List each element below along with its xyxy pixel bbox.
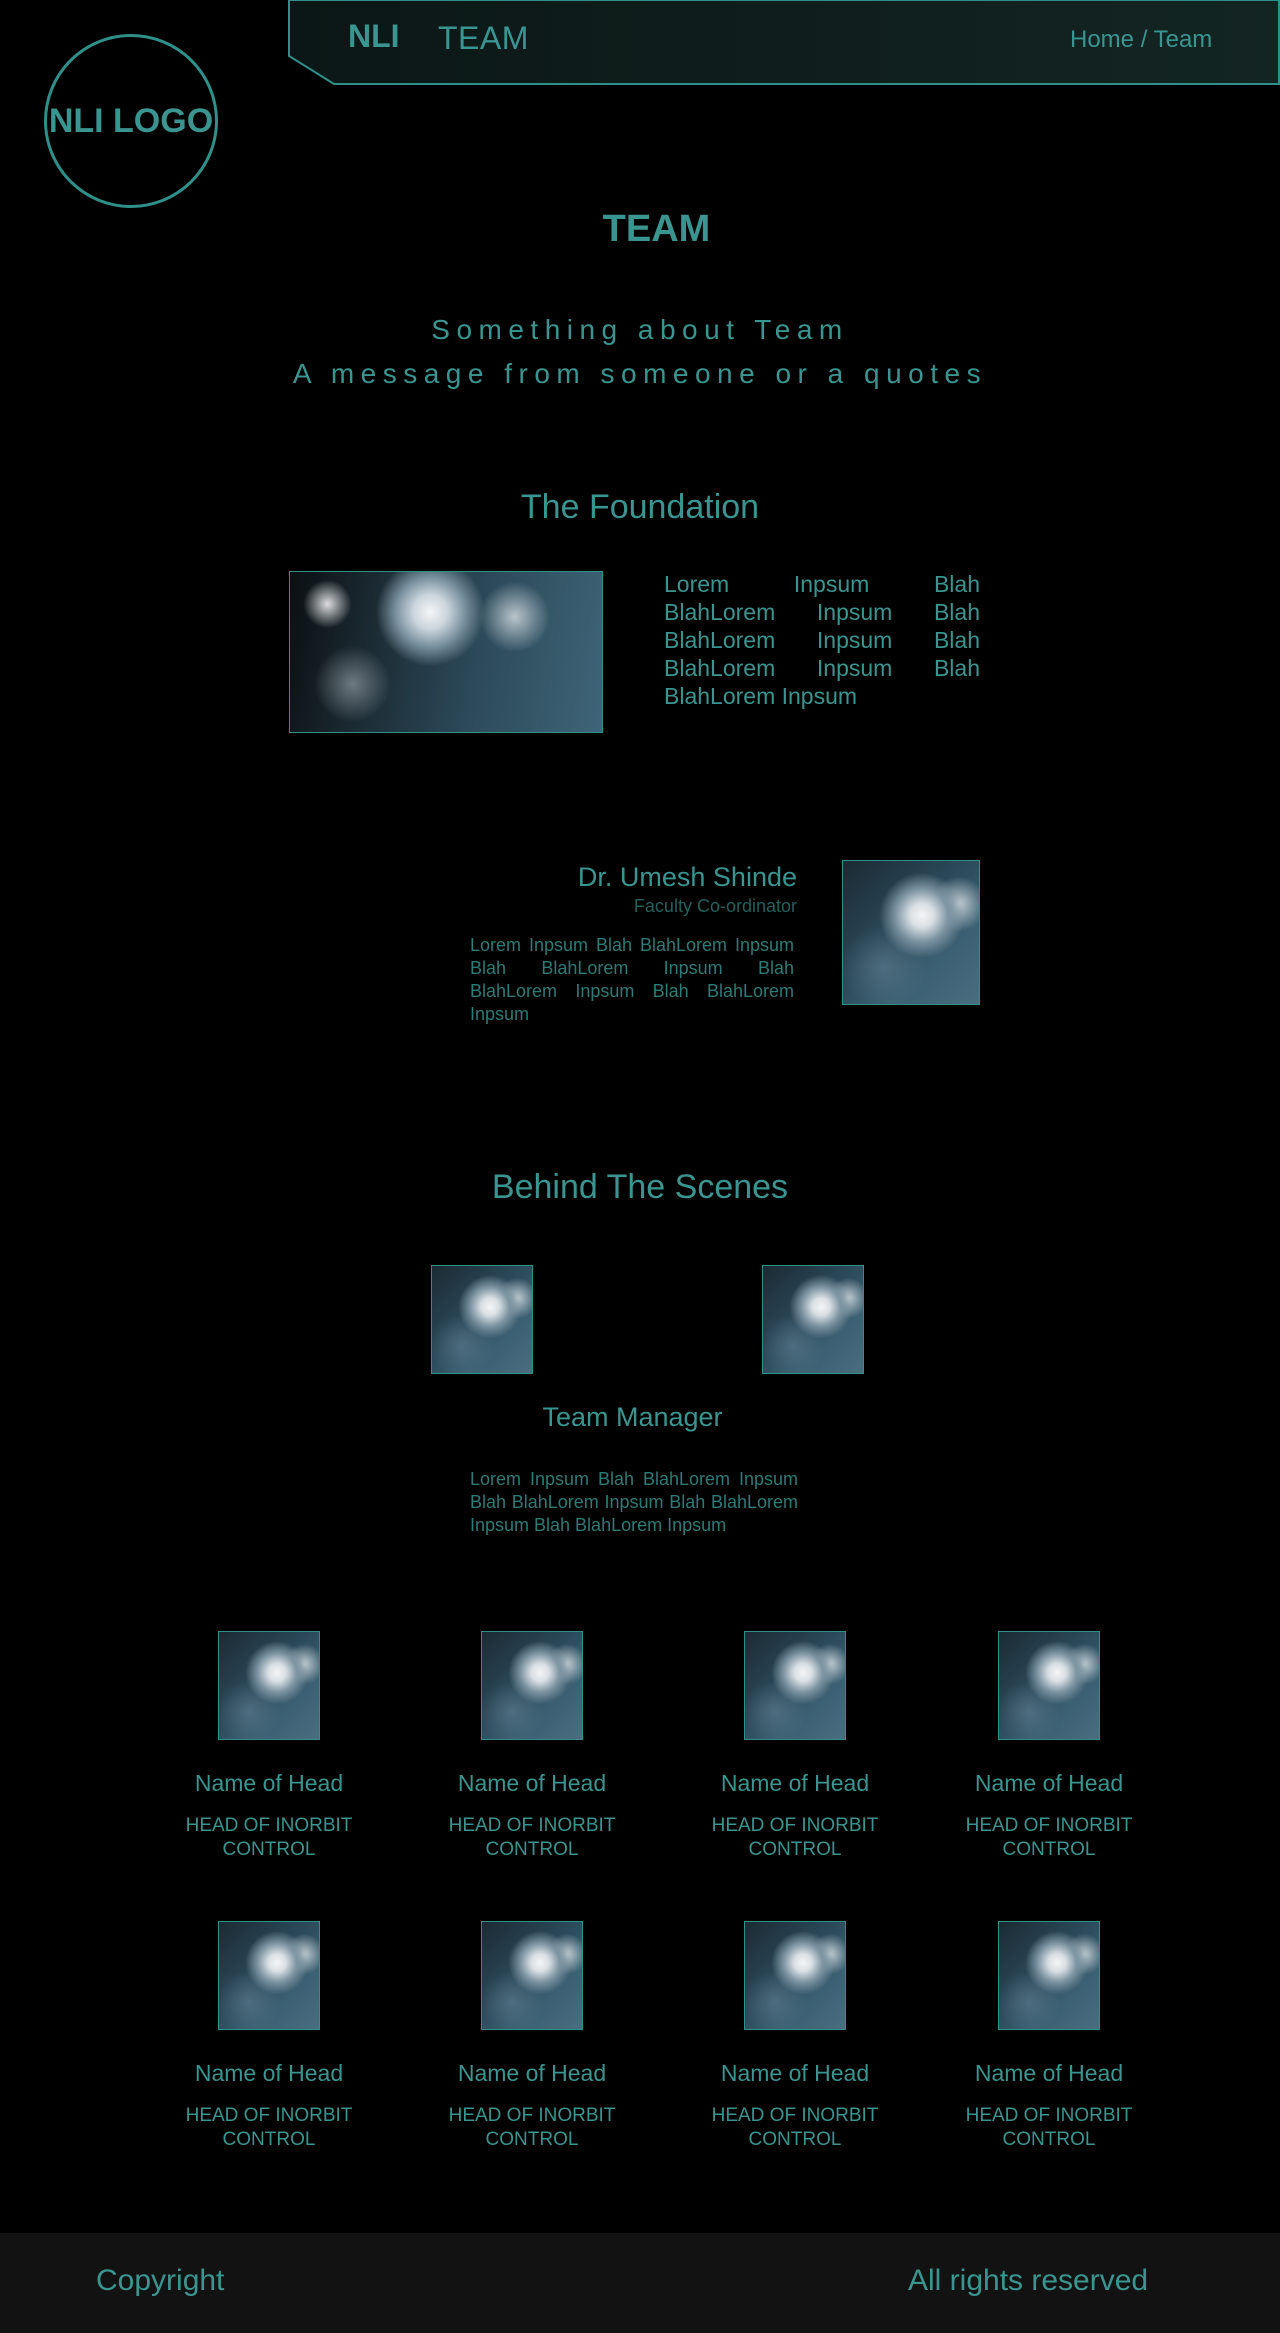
head-role: HEAD OF INORBIT CONTROL: [144, 2104, 394, 2152]
head-role-line1: HEAD OF INORBIT: [448, 2105, 616, 2126]
head-role-line2: CONTROL: [748, 2129, 842, 2150]
head-role: HEAD OF INORBIT CONTROL: [924, 2104, 1174, 2152]
breadcrumb[interactable]: Home / Team: [1070, 26, 1212, 54]
head-role-line2: CONTROL: [485, 1839, 579, 1860]
head-photo: [998, 1631, 1100, 1740]
team-manager-title: Team Manager: [542, 1402, 723, 1432]
head-photo: [744, 1921, 846, 2030]
head-photo: [481, 1921, 583, 2030]
head-name: Name of Head: [194, 1770, 344, 1796]
manager-photo-2: [762, 1265, 864, 1374]
head-role: HEAD OF INORBIT CONTROL: [670, 1814, 920, 1862]
head-name: Name of Head: [720, 1770, 870, 1796]
coordinator-photo: [842, 860, 980, 1005]
head-role-line2: CONTROL: [748, 1839, 842, 1860]
head-role-line2: CONTROL: [222, 2129, 316, 2150]
head-role-line1: HEAD OF INORBIT: [965, 2105, 1133, 2126]
head-role-line1: HEAD OF INORBIT: [185, 1815, 353, 1836]
head-role: HEAD OF INORBIT CONTROL: [670, 2104, 920, 2152]
nav-brand[interactable]: NLI: [348, 18, 400, 55]
head-name: Name of Head: [457, 2060, 607, 2086]
head-photo: [998, 1921, 1100, 2030]
head-name: Name of Head: [974, 1770, 1124, 1796]
intro-line-1: Something about Team: [431, 314, 849, 345]
head-role: HEAD OF INORBIT CONTROL: [407, 2104, 657, 2152]
head-photo: [744, 1631, 846, 1740]
head-name: Name of Head: [974, 2060, 1124, 2086]
page-title: TEAM: [602, 208, 711, 250]
head-role-line1: HEAD OF INORBIT: [185, 2105, 353, 2126]
head-name: Name of Head: [457, 1770, 607, 1796]
behind-the-scenes-title: Behind The Scenes: [491, 1168, 789, 1206]
head-role-line1: HEAD OF INORBIT: [711, 2105, 879, 2126]
head-name: Name of Head: [194, 2060, 344, 2086]
head-role-line2: CONTROL: [1002, 1839, 1096, 1860]
coordinator-bio: Lorem Inpsum Blah BlahLorem Inpsum Blah …: [470, 935, 794, 1024]
intro-line-2: A message from someone or a quotes: [292, 358, 988, 389]
foundation-text: Lorem Inpsum Blah BlahLorem Inpsum Blah …: [664, 571, 980, 709]
coordinator-name: Dr. Umesh Shinde: [577, 862, 797, 892]
head-name: Name of Head: [720, 2060, 870, 2086]
nav-section-title: TEAM: [438, 20, 529, 56]
head-role-line2: CONTROL: [1002, 2129, 1096, 2150]
footer-copyright: Copyright: [96, 2264, 225, 2297]
manager-photo-1: [431, 1265, 533, 1374]
coordinator-role: Faculty Co-ordinator: [633, 896, 797, 916]
head-role: HEAD OF INORBIT CONTROL: [924, 1814, 1174, 1862]
head-photo: [218, 1921, 320, 2030]
head-role-line1: HEAD OF INORBIT: [711, 1815, 879, 1836]
logo[interactable]: NLI LOGO: [44, 34, 218, 208]
head-photo: [481, 1631, 583, 1740]
head-role-line1: HEAD OF INORBIT: [448, 1815, 616, 1836]
head-role-line1: HEAD OF INORBIT: [965, 1815, 1133, 1836]
head-photo: [218, 1631, 320, 1740]
head-role-line2: CONTROL: [485, 2129, 579, 2150]
foundation-image: [289, 571, 603, 733]
head-role: HEAD OF INORBIT CONTROL: [144, 1814, 394, 1862]
team-manager-bio: Lorem Inpsum Blah BlahLorem Inpsum Blah …: [470, 1469, 798, 1535]
head-role-line2: CONTROL: [222, 1839, 316, 1860]
head-role: HEAD OF INORBIT CONTROL: [407, 1814, 657, 1862]
footer-rights: All rights reserved: [908, 2264, 1149, 2297]
foundation-title: The Foundation: [520, 488, 760, 526]
